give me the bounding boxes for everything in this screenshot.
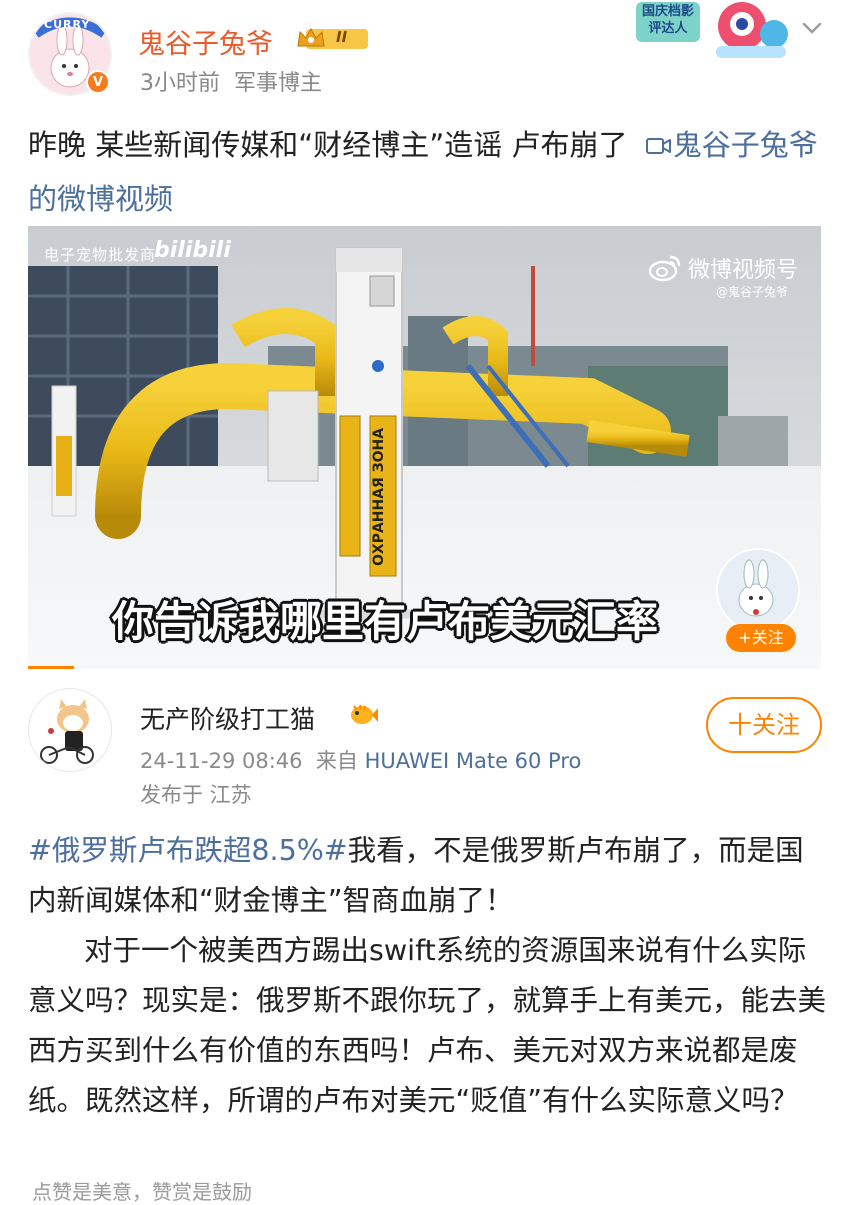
author2-name[interactable]: 无产阶级打工猫 (140, 700, 315, 736)
weibo-video-watermark: 微博视频号 (688, 258, 799, 283)
bilibili-tag: bilibili (154, 238, 231, 263)
crown-badge-icon: II (296, 26, 370, 52)
promo-badge[interactable]: 国庆档影评达人 (632, 0, 792, 62)
post2-text: #俄罗斯卢布跌超8.5%#我看，不是俄罗斯卢布崩了，而是国内新闻媒体和“财金博主… (28, 826, 828, 1126)
weibo-watermark-handle: @鬼谷子兔爷 (716, 285, 789, 299)
post1-body: 昨晚 某些新闻传媒和“财经博主”造谣 卢布崩了 (28, 128, 628, 162)
verified-badge-icon: V (86, 70, 110, 94)
post2-para2: 对于一个被美西方踢出swift系统的资源国来说有什么实际意义吗？现实是：俄罗斯不… (28, 934, 827, 1117)
video-author-avatar[interactable] (716, 548, 800, 632)
footer-hint: 点赞是美意，赞赏是鼓励 (32, 1180, 252, 1204)
hashtag-link[interactable]: #俄罗斯卢布跌超8.5%# (28, 834, 348, 867)
video-subtitle: 你告诉我哪里有卢布美元汇率 (112, 597, 659, 646)
fish-badge-icon (348, 702, 378, 728)
video-follow-button[interactable]: +关注 (726, 624, 796, 652)
post2-source-prefix: 来自 (315, 749, 358, 773)
weibo-logo-icon (648, 253, 682, 283)
video-progress-bar[interactable] (28, 666, 74, 669)
post2-device[interactable]: HUAWEI Mate 60 Pro (365, 749, 582, 773)
chevron-down-icon[interactable] (800, 16, 824, 40)
post2-location: 发布于 江苏 (140, 783, 252, 807)
post1-text: 昨晚 某些新闻传媒和“财经博主”造谣 卢布崩了 鬼谷子兔爷的微博视频 (28, 118, 828, 226)
promo-badge-text: 国庆档影评达人 (641, 4, 694, 36)
author-role: 军事博主 (234, 71, 323, 96)
level-badge-text: II (336, 28, 348, 46)
follow-button[interactable]: 十关注 (706, 697, 822, 753)
author2-avatar[interactable] (28, 688, 112, 772)
post-time: 3小时前 (140, 71, 220, 96)
post2-meta: 24-11-29 08:46 来自 HUAWEI Mate 60 Pro (140, 745, 581, 775)
avatar-text: CURRY (44, 18, 91, 31)
video-link-icon (645, 138, 671, 154)
sign-text: ОХРАННАЯ ЗОНА (371, 427, 387, 567)
post2-date: 24-11-29 08:46 (140, 749, 303, 773)
post-meta: 3小时前 军事博主 (140, 65, 336, 97)
video-uploader-tag: 电子宠物批发商 (44, 246, 157, 264)
author-name[interactable]: 鬼谷子兔爷 (138, 22, 273, 61)
